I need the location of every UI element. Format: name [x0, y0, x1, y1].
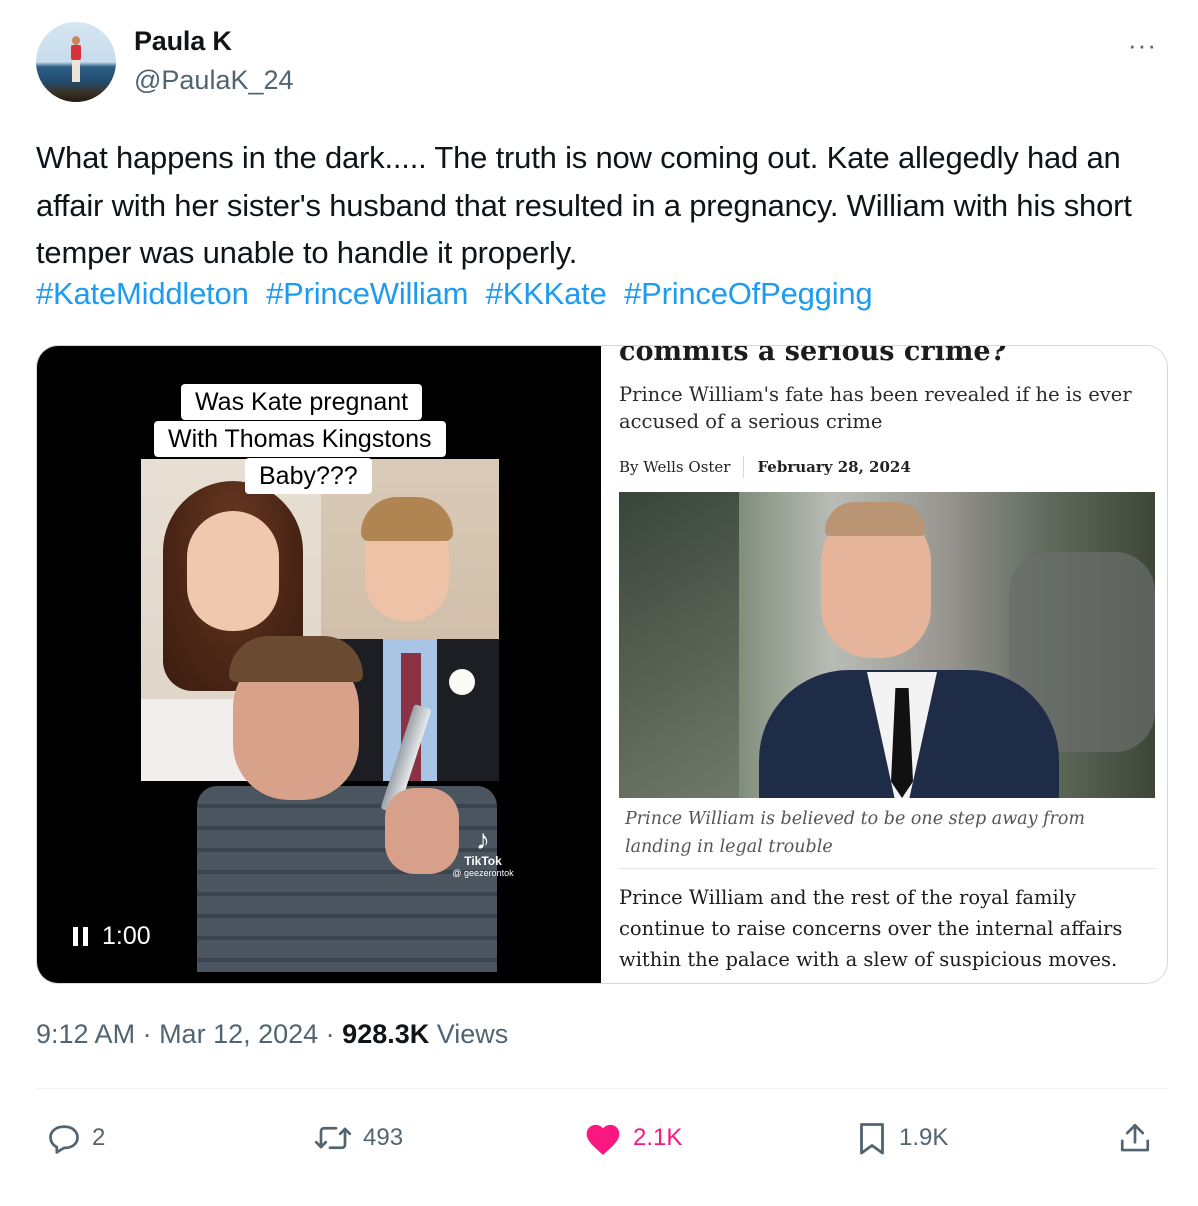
- video-duration: 1:00: [102, 922, 151, 950]
- share-button[interactable]: [1118, 1120, 1152, 1156]
- video-caption-line: Baby???: [245, 458, 372, 494]
- meta-separator: ·: [135, 1019, 160, 1049]
- reply-button[interactable]: 2: [46, 1120, 105, 1156]
- bookmark-button[interactable]: 1.9K: [855, 1120, 948, 1156]
- more-options-icon[interactable]: ···: [1128, 30, 1157, 61]
- video-caption-line: Was Kate pregnant: [181, 384, 423, 420]
- avatar-figure: [71, 36, 81, 84]
- article-photo: [619, 492, 1155, 798]
- views-count: 928.3K: [342, 1019, 430, 1049]
- tiktok-watermark: ♪ TikTok @ geezerontok: [449, 824, 517, 879]
- share-icon: [1120, 1123, 1150, 1152]
- tweet-date[interactable]: Mar 12, 2024: [159, 1019, 318, 1049]
- tweet-meta: 9:12 AM · Mar 12, 2024 · 928.3K Views: [36, 1019, 508, 1050]
- avatar[interactable]: [36, 22, 116, 102]
- tiktok-app-name: TikTok: [464, 854, 502, 868]
- video-caption-line: With Thomas Kingstons: [154, 421, 446, 457]
- article-photo-caption: Prince William is believed to be one ste…: [625, 809, 1086, 857]
- video-player[interactable]: Was Kate pregnant With Thomas Kingstons …: [37, 346, 601, 983]
- repost-count: 493: [363, 1124, 404, 1151]
- reply-icon: [49, 1125, 79, 1154]
- bookmark-count: 1.9K: [899, 1124, 949, 1151]
- article-author: By Wells Oster: [619, 458, 731, 476]
- tiktok-logo-icon: ♪: [476, 824, 490, 855]
- author-handle[interactable]: @PaulaK_24: [134, 65, 294, 96]
- hashtag-link[interactable]: #PrinceWilliam: [266, 276, 468, 311]
- heart-icon: [586, 1124, 620, 1155]
- hashtag-link[interactable]: #KateMiddleton: [36, 276, 249, 311]
- byline-divider: [743, 456, 745, 478]
- repost-button[interactable]: 493: [313, 1120, 403, 1156]
- article-headline: commits a serious crime?: [619, 345, 1007, 367]
- like-button[interactable]: 2.1K: [583, 1120, 682, 1156]
- article-body: Prince William and the rest of the royal…: [619, 886, 1123, 971]
- actions-divider: [36, 1088, 1168, 1089]
- meta-separator: ·: [318, 1019, 343, 1049]
- tweet-hashtags: #KateMiddleton #PrinceWilliam #KKKate #P…: [36, 276, 881, 312]
- bookmark-icon: [860, 1123, 884, 1155]
- tweet-time[interactable]: 9:12 AM: [36, 1019, 135, 1049]
- article-byline: By Wells Oster February 28, 2024: [619, 456, 911, 478]
- article-subheading: Prince William's fate has been revealed …: [619, 383, 1132, 433]
- video-controls: 1:00: [73, 922, 151, 951]
- author-name[interactable]: Paula K: [134, 26, 232, 57]
- hashtag-link[interactable]: #PrinceOfPegging: [624, 276, 873, 311]
- article-screenshot[interactable]: commits a serious crime? Prince William'…: [601, 345, 1167, 983]
- like-count: 2.1K: [633, 1124, 683, 1151]
- pause-icon[interactable]: [73, 927, 88, 946]
- views-label: Views: [429, 1019, 509, 1049]
- media-container: Was Kate pregnant With Thomas Kingstons …: [36, 345, 1168, 984]
- hashtag-link[interactable]: #KKKate: [486, 276, 607, 311]
- article-date: February 28, 2024: [757, 458, 911, 476]
- reply-count: 2: [92, 1124, 106, 1151]
- video-presenter: [197, 636, 497, 972]
- tiktok-username: @ geezerontok: [452, 868, 514, 878]
- tweet-text: What happens in the dark..... The truth …: [36, 140, 1132, 270]
- repost-icon: [314, 1126, 352, 1150]
- article-divider: [619, 868, 1155, 869]
